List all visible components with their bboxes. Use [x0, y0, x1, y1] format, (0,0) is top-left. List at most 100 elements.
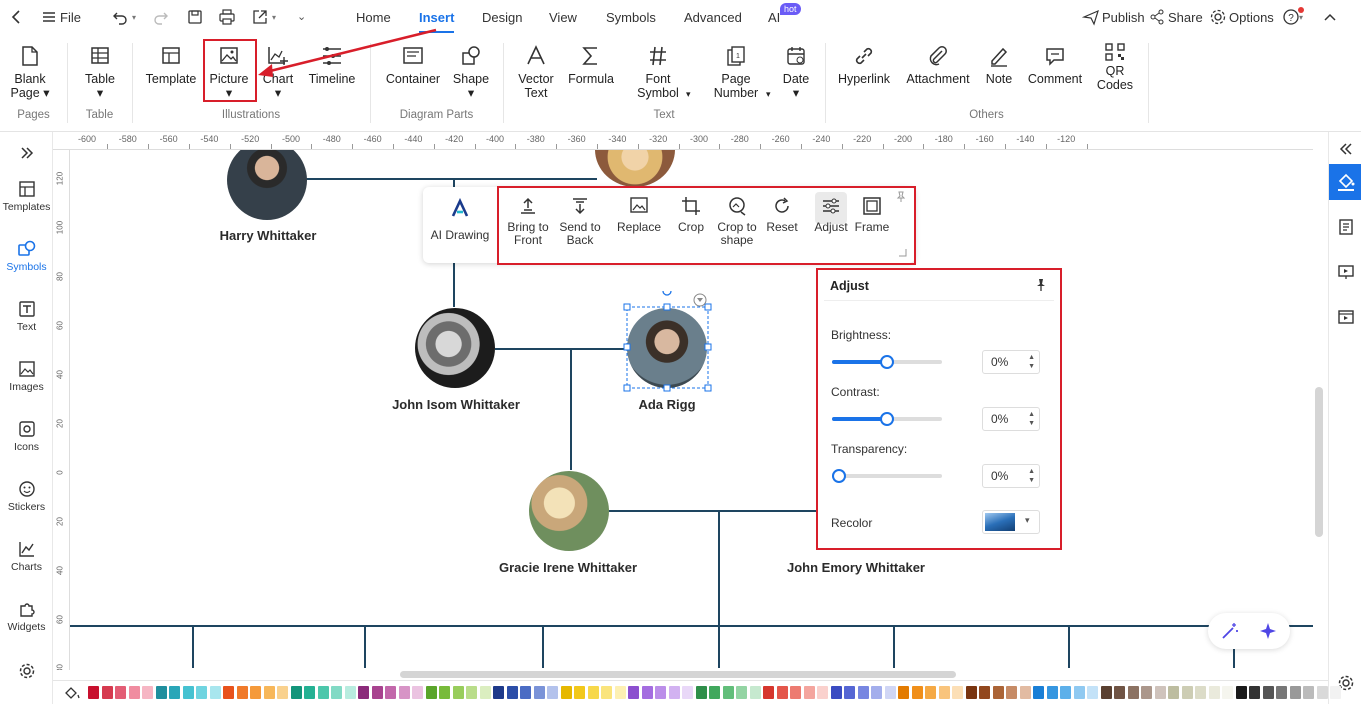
color-swatch[interactable] — [979, 686, 990, 699]
color-swatch[interactable] — [1141, 686, 1152, 699]
sidebar-item-symbols[interactable]: Symbols — [0, 240, 53, 273]
gear-icon[interactable] — [1209, 8, 1227, 26]
horizontal-scrollbar[interactable] — [400, 671, 956, 678]
color-swatch[interactable] — [1181, 686, 1193, 699]
sidebar-item-charts[interactable]: Charts — [0, 540, 53, 573]
color-swatch[interactable] — [331, 686, 342, 699]
color-swatch[interactable] — [803, 686, 815, 699]
comment-button[interactable]: Comment — [1026, 39, 1084, 86]
color-swatch[interactable] — [115, 686, 126, 699]
formula-button[interactable]: Formula — [566, 39, 616, 86]
color-swatch[interactable] — [344, 686, 356, 699]
publish-icon[interactable] — [1082, 8, 1100, 26]
color-swatch[interactable] — [1168, 686, 1179, 699]
color-swatch[interactable] — [142, 686, 153, 699]
color-swatch[interactable] — [169, 686, 180, 699]
color-swatch[interactable] — [439, 686, 450, 699]
double-chevron-left-icon[interactable] — [1337, 140, 1355, 158]
color-swatch[interactable] — [1033, 686, 1044, 699]
font-symbol-button[interactable]: Font Symbol ▾ — [630, 39, 691, 100]
sidebar-item-images[interactable]: Images — [0, 360, 53, 393]
color-swatch[interactable] — [358, 686, 369, 699]
vertical-scrollbar[interactable] — [1315, 387, 1323, 537]
color-swatch[interactable] — [263, 686, 275, 699]
color-swatch[interactable] — [479, 686, 491, 699]
color-swatch[interactable] — [1046, 686, 1058, 699]
color-swatch[interactable] — [965, 686, 977, 699]
undo-icon[interactable] — [111, 8, 129, 26]
color-swatch[interactable] — [1195, 686, 1206, 699]
color-swatch[interactable] — [709, 686, 720, 699]
slideshow-icon[interactable] — [1337, 308, 1355, 326]
color-swatch[interactable] — [209, 686, 221, 699]
color-swatch[interactable] — [992, 686, 1004, 699]
print-icon[interactable] — [218, 8, 236, 26]
color-swatch[interactable] — [385, 686, 396, 699]
color-swatch[interactable] — [1303, 686, 1314, 699]
color-swatch[interactable] — [574, 686, 585, 699]
color-swatch[interactable] — [668, 686, 680, 699]
color-swatch[interactable] — [412, 686, 423, 699]
color-swatch[interactable] — [250, 686, 261, 699]
color-swatch[interactable] — [1235, 686, 1247, 699]
color-swatch[interactable] — [520, 686, 531, 699]
pin-icon[interactable] — [1034, 278, 1048, 292]
brightness-slider[interactable] — [832, 355, 942, 369]
transparency-slider[interactable] — [832, 469, 942, 483]
magic-wand-icon[interactable] — [1220, 621, 1240, 641]
sidebar-item-stickers[interactable]: Stickers — [0, 480, 53, 513]
color-swatch[interactable] — [736, 686, 747, 699]
john-isom-whittaker-photo[interactable] — [415, 308, 495, 388]
style-panel-button[interactable] — [1329, 164, 1361, 200]
color-swatch[interactable] — [533, 686, 545, 699]
color-swatch[interactable] — [101, 686, 113, 699]
color-swatch[interactable] — [1262, 686, 1274, 699]
color-swatch[interactable] — [1208, 686, 1220, 699]
color-swatch[interactable] — [196, 686, 207, 699]
gracie-irene-whittaker-photo[interactable] — [529, 471, 609, 551]
color-swatch[interactable] — [871, 686, 882, 699]
color-swatch[interactable] — [155, 686, 167, 699]
color-swatch[interactable] — [547, 686, 558, 699]
color-swatch[interactable] — [938, 686, 950, 699]
color-swatch[interactable] — [304, 686, 315, 699]
note-button[interactable]: Note — [982, 39, 1016, 86]
stepper-icon[interactable]: ▲ ▼ — [1028, 467, 1035, 485]
color-swatch[interactable] — [452, 686, 464, 699]
color-swatch[interactable] — [182, 686, 194, 699]
hamburger-icon[interactable] — [40, 8, 58, 26]
stepper-icon[interactable]: ▲ ▼ — [1028, 410, 1035, 428]
contrast-slider[interactable] — [832, 412, 942, 426]
expand-panel-button[interactable] — [0, 144, 53, 165]
color-swatch[interactable] — [1127, 686, 1139, 699]
tab-ai[interactable]: AI — [768, 0, 780, 35]
color-swatch[interactable] — [911, 686, 923, 699]
template-button[interactable]: Template — [144, 39, 198, 86]
color-swatch[interactable] — [493, 686, 504, 699]
color-swatch[interactable] — [466, 686, 477, 699]
color-swatch[interactable] — [398, 686, 410, 699]
undo-dropdown-icon[interactable]: ▾ — [132, 0, 136, 35]
options-button[interactable]: Options — [1229, 0, 1274, 35]
ai-drawing-button[interactable]: AI Drawing — [428, 187, 492, 242]
transparency-input[interactable]: 0% ▲ ▼ — [982, 464, 1040, 488]
save-icon[interactable] — [186, 8, 204, 26]
color-swatch[interactable] — [898, 686, 909, 699]
table-button[interactable]: Table ▾ — [80, 39, 120, 100]
tab-design[interactable]: Design — [482, 0, 522, 35]
color-swatch[interactable] — [1330, 686, 1341, 699]
vector-text-button[interactable]: Vector Text — [514, 39, 558, 100]
presentation-icon[interactable] — [1337, 263, 1355, 281]
color-swatch[interactable] — [857, 686, 869, 699]
sidebar-item-widgets[interactable]: Widgets — [0, 600, 53, 633]
color-swatch[interactable] — [1100, 686, 1112, 699]
color-swatch[interactable] — [223, 686, 234, 699]
tab-advanced[interactable]: Advanced — [684, 0, 742, 35]
color-swatch[interactable] — [844, 686, 855, 699]
help-dropdown-icon[interactable]: ▾ — [1299, 0, 1303, 35]
sidebar-item-templates[interactable]: Templates — [0, 180, 53, 213]
color-swatch[interactable] — [776, 686, 788, 699]
color-swatch[interactable] — [601, 686, 612, 699]
color-swatch[interactable] — [790, 686, 801, 699]
color-swatch[interactable] — [655, 686, 666, 699]
